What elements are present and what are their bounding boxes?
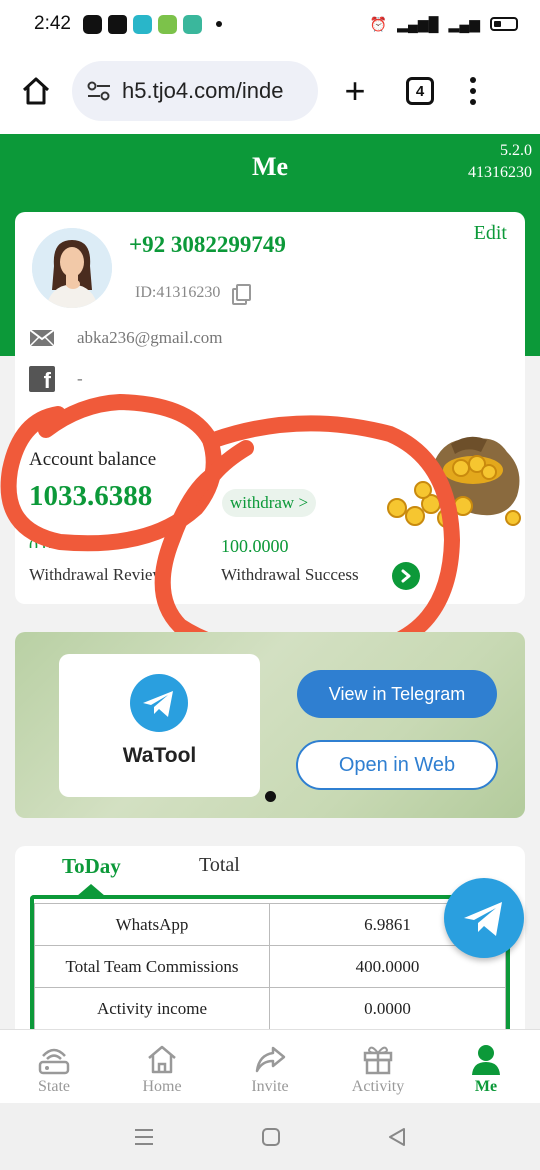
user-photo (32, 228, 112, 308)
nav-label: Invite (251, 1078, 289, 1095)
nav-label: State (38, 1078, 70, 1095)
signal-icon: ▂▄▆█ (397, 15, 439, 32)
status-bar: 2:42 ⏰ ▂▄▆█ ▂▄▆ (0, 0, 540, 48)
notification-icons (82, 14, 202, 34)
tab-switcher-button[interactable]: 4 (406, 77, 434, 105)
home-icon (148, 1045, 176, 1074)
watool-banner: WaTool View in Telegram Open in Web (15, 632, 525, 818)
gift-icon (363, 1046, 393, 1075)
app-icon (132, 14, 152, 34)
phone-number: +92 3082299749 (129, 232, 286, 257)
account-balance-label: Account balance (29, 449, 157, 470)
account-balance-value: 1033.6388 (29, 480, 153, 512)
nav-me[interactable]: Me (432, 1030, 540, 1103)
system-nav-bar (0, 1103, 540, 1170)
row-label: Total Team Commissions (34, 945, 270, 988)
site-settings-icon (87, 81, 110, 101)
system-icons: ⏰ ▂▄▆█ ▂▄▆ (370, 16, 518, 33)
nav-label: Activity (351, 1078, 405, 1095)
back-icon[interactable] (387, 1127, 407, 1147)
chevron-right-icon (401, 569, 411, 583)
battery-icon (490, 17, 518, 31)
nav-activity[interactable]: Activity (324, 1030, 432, 1103)
recent-apps-icon[interactable] (133, 1127, 155, 1147)
user-id: ID:41316230 (135, 284, 221, 301)
browser-toolbar: h5.tjo4.com/inde + 4 (0, 48, 540, 134)
more-notifications-icon (215, 21, 222, 27)
nav-home[interactable]: Home (108, 1030, 216, 1103)
facebook-icon: f (29, 366, 55, 392)
edit-profile-link[interactable]: Edit (474, 222, 507, 245)
nav-label: Me (474, 1078, 498, 1095)
facebook-text: - (77, 369, 83, 388)
withdrawal-success-value: 100.0000 (221, 536, 289, 556)
row-label: Activity income (34, 987, 270, 1030)
carousel-dot[interactable] (265, 791, 276, 802)
avatar[interactable] (32, 228, 112, 308)
status-time: 2:42 (34, 13, 71, 34)
version-info: 5.2.0 41316230 (468, 140, 532, 184)
view-in-telegram-button[interactable]: View in Telegram (297, 670, 497, 718)
tab-total[interactable]: Total (199, 854, 240, 877)
watool-card: WaTool (59, 654, 260, 797)
watool-name: WaTool (122, 744, 197, 767)
telegram-logo-icon (130, 674, 188, 732)
email-text: abka236@gmail.com (77, 328, 223, 347)
browser-menu-button[interactable] (470, 77, 476, 105)
header-uid: 41316230 (468, 164, 532, 181)
withdraw-button[interactable]: withdraw > (222, 489, 317, 517)
version-number: 5.2.0 (500, 142, 532, 159)
signal-icon: ▂▄▆ (448, 15, 480, 32)
page-title: Me (251, 152, 289, 181)
user-id-row: ID:41316230 (135, 284, 252, 305)
nav-state[interactable]: State (0, 1030, 108, 1103)
withdrawal-details-button[interactable] (392, 562, 420, 590)
home-icon (22, 77, 50, 105)
withdrawal-success-label: Withdrawal Success (221, 565, 359, 584)
table-row: WhatsApp 6.9861 (34, 903, 506, 946)
vivo-icon (82, 14, 102, 34)
row-value: 0.0000 (269, 987, 506, 1030)
share-icon (255, 1046, 286, 1073)
income-table: WhatsApp 6.9861 Total Team Commissions 4… (30, 895, 510, 1045)
facebook-row: f - (29, 366, 83, 392)
withdrawal-review-value: 0.0000 (29, 536, 79, 548)
nav-label: Home (142, 1078, 182, 1095)
mail-icon (29, 329, 55, 347)
bottom-nav: State Home Invite Activity Me (0, 1029, 540, 1103)
chat-icon (182, 14, 202, 34)
table-row: Total Team Commissions 400.0000 (34, 945, 506, 988)
youtube-icon (107, 14, 127, 34)
copy-icon[interactable] (232, 284, 252, 305)
home-button-icon[interactable] (261, 1127, 281, 1147)
url-bar[interactable]: h5.tjo4.com/inde (72, 61, 318, 121)
profile-card: +92 3082299749 Edit ID:41316230 abka236@… (15, 212, 525, 604)
app-icon (157, 14, 177, 34)
user-icon (472, 1045, 500, 1075)
url-text: h5.tjo4.com/inde (122, 78, 284, 103)
telegram-fab-button[interactable] (444, 878, 524, 958)
alarm-icon: ⏰ (369, 15, 388, 32)
tab-today[interactable]: ToDay (62, 854, 121, 879)
browser-home-button[interactable] (18, 73, 54, 109)
open-in-web-button[interactable]: Open in Web (296, 740, 498, 790)
nav-invite[interactable]: Invite (216, 1030, 324, 1103)
router-icon (38, 1048, 70, 1075)
new-tab-button[interactable]: + (340, 73, 370, 109)
gold-coins-icon (387, 436, 521, 528)
table-row: Activity income 0.0000 (34, 987, 506, 1030)
row-label: WhatsApp (34, 903, 270, 946)
telegram-icon (464, 902, 502, 936)
withdrawal-review-label: Withdrawal Review (29, 565, 165, 584)
email-row: abka236@gmail.com (29, 328, 222, 348)
